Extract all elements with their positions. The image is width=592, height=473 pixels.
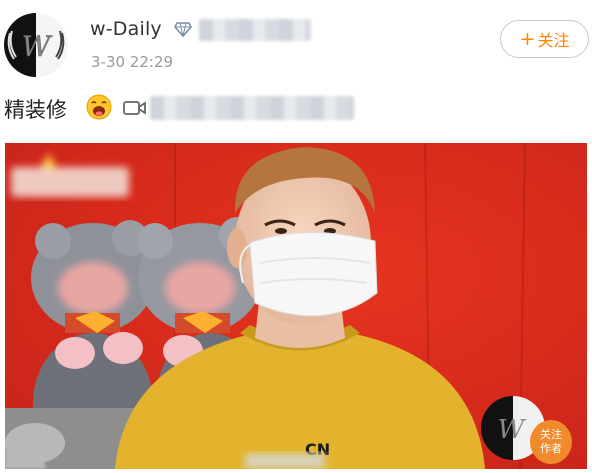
post-timestamp: 3-30 22:29 [91,53,174,71]
post-text: 精装修 [4,98,67,122]
author-name[interactable]: w-Daily [90,18,162,40]
w-daily-logo: W [4,13,68,77]
follow-author-badge[interactable]: 关注 作者 [530,420,572,464]
author-avatar[interactable]: W [4,13,68,77]
follow-author-line1: 关注 [540,428,562,441]
plus-icon: + [519,28,536,50]
follow-author-line2: 作者 [540,442,562,455]
blurred-link-text[interactable] [150,96,354,120]
svg-text:W: W [498,415,527,445]
video-link-icon[interactable] [123,99,147,117]
laughing-emoji-icon [86,94,112,120]
follow-label: 关注 [537,31,570,50]
follow-button[interactable]: + 关注 [500,20,589,58]
logo-letter: W [22,30,53,63]
vip-diamond-icon [174,22,192,37]
blurred-profile-tag [199,19,311,41]
